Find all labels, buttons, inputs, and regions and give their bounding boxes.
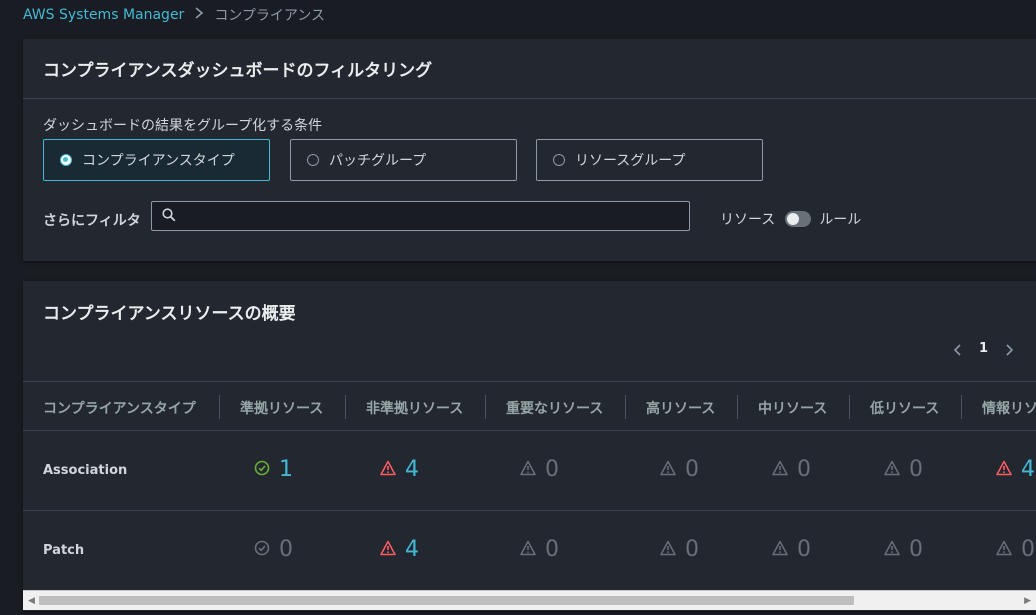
info-count-link[interactable]: 4 xyxy=(1021,457,1035,482)
warning-icon xyxy=(772,460,788,480)
column-divider[interactable] xyxy=(849,395,850,419)
low-count: 0 xyxy=(909,537,923,562)
cell-info: 4 xyxy=(996,457,1035,482)
cell-low: 0 xyxy=(884,537,923,562)
column-header-noncompliant[interactable]: 非準拠リソース xyxy=(366,398,463,418)
noncompliant-count-link[interactable]: 4 xyxy=(405,537,419,562)
search-input[interactable] xyxy=(184,208,689,224)
chevron-right-icon xyxy=(194,7,204,23)
column-divider[interactable] xyxy=(961,395,962,419)
table-row: Patch 0 4 0 0 0 0 0 xyxy=(23,511,1036,591)
radio-resource-group[interactable]: リソースグループ xyxy=(536,139,763,181)
toggle-label-rule: ルール xyxy=(819,212,862,228)
summary-panel-title: コンプライアンスリソースの概要 xyxy=(43,303,296,324)
radio-unselected-icon xyxy=(307,154,319,166)
check-circle-icon xyxy=(254,460,270,480)
table-header: コンプライアンスタイプ 準拠リソース 非準拠リソース 重要なリソース 高リソース… xyxy=(23,381,1036,431)
column-header-low[interactable]: 低リソース xyxy=(870,398,939,418)
noncompliant-count-link[interactable]: 4 xyxy=(405,457,419,482)
scrollbar-thumb[interactable] xyxy=(39,596,854,605)
compliant-count: 0 xyxy=(279,537,293,562)
column-header-compliant[interactable]: 準拠リソース xyxy=(240,398,323,418)
cell-info: 0 xyxy=(996,537,1035,562)
filter-panel: コンプライアンスダッシュボードのフィルタリング ダッシュボードの結果をグループ化… xyxy=(23,39,1036,261)
filter-panel-title: コンプライアンスダッシュボードのフィルタリング xyxy=(43,61,433,81)
further-filter-label: さらにフィルタ xyxy=(43,213,141,229)
summary-panel: コンプライアンスリソースの概要 1 コンプライアンスタイプ 準拠リソース 非準拠… xyxy=(23,281,1036,611)
breadcrumb-link-systems-manager[interactable]: AWS Systems Manager xyxy=(23,7,184,23)
column-divider[interactable] xyxy=(219,395,220,419)
column-divider[interactable] xyxy=(737,395,738,419)
scroll-left-icon[interactable]: ◀ xyxy=(28,596,35,606)
warning-icon xyxy=(520,540,536,560)
resource-rule-toggle-group: リソース ルール xyxy=(720,209,861,229)
page-number[interactable]: 1 xyxy=(979,341,988,356)
row-compliance-type: Patch xyxy=(43,543,85,558)
cell-low: 0 xyxy=(884,457,923,482)
cell-compliant: 1 xyxy=(254,457,293,482)
critical-count: 0 xyxy=(545,537,559,562)
cell-medium: 0 xyxy=(772,537,811,562)
cell-noncompliant: 4 xyxy=(380,537,419,562)
medium-count: 0 xyxy=(797,457,811,482)
info-count: 0 xyxy=(1021,537,1035,562)
column-header-high[interactable]: 高リソース xyxy=(646,398,715,418)
high-count: 0 xyxy=(685,537,699,562)
warning-icon xyxy=(996,540,1012,560)
medium-count: 0 xyxy=(797,537,811,562)
table-row: Association 1 4 0 0 0 0 4 xyxy=(23,431,1036,511)
horizontal-scrollbar[interactable]: ◀ ▶ xyxy=(23,590,1036,610)
breadcrumb-current: コンプライアンス xyxy=(214,8,326,24)
scroll-right-icon[interactable]: ▶ xyxy=(1024,596,1031,606)
pagination: 1 xyxy=(951,341,1016,356)
warning-icon xyxy=(996,460,1012,480)
high-count: 0 xyxy=(685,457,699,482)
critical-count: 0 xyxy=(545,457,559,482)
warning-icon xyxy=(380,540,396,560)
warning-icon xyxy=(520,460,536,480)
cell-compliant: 0 xyxy=(254,537,293,562)
warning-icon xyxy=(884,540,900,560)
low-count: 0 xyxy=(909,457,923,482)
chevron-left-icon[interactable] xyxy=(951,342,965,356)
radio-patch-group-label: パッチグループ xyxy=(329,153,427,169)
radio-compliance-type-label: コンプライアンスタイプ xyxy=(82,153,235,169)
breadcrumb: AWS Systems Manager コンプライアンス xyxy=(23,5,325,25)
group-by-label: ダッシュボードの結果をグループ化する条件 xyxy=(43,118,323,134)
summary-panel-header: コンプライアンスリソースの概要 xyxy=(23,281,1036,341)
column-divider[interactable] xyxy=(345,395,346,419)
search-field[interactable] xyxy=(151,201,690,231)
radio-selected-icon xyxy=(60,154,72,166)
compliant-count-link[interactable]: 1 xyxy=(279,457,293,482)
column-header-compliance-type[interactable]: コンプライアンスタイプ xyxy=(43,398,196,418)
column-header-critical[interactable]: 重要なリソース xyxy=(506,398,603,418)
radio-patch-group[interactable]: パッチグループ xyxy=(290,139,517,181)
chevron-right-icon[interactable] xyxy=(1002,342,1016,356)
cell-medium: 0 xyxy=(772,457,811,482)
warning-icon xyxy=(380,460,396,480)
search-icon xyxy=(162,207,176,226)
warning-icon xyxy=(884,460,900,480)
column-header-info[interactable]: 情報リソース xyxy=(982,398,1036,418)
row-compliance-type: Association xyxy=(43,463,128,478)
check-circle-icon xyxy=(254,540,270,560)
cell-noncompliant: 4 xyxy=(380,457,419,482)
toggle-label-resource: リソース xyxy=(720,212,776,228)
column-divider[interactable] xyxy=(625,395,626,419)
resource-rule-toggle[interactable] xyxy=(785,211,812,227)
cell-high: 0 xyxy=(660,537,699,562)
radio-resource-group-label: リソースグループ xyxy=(575,153,686,169)
cell-high: 0 xyxy=(660,457,699,482)
cell-critical: 0 xyxy=(520,537,559,562)
warning-icon xyxy=(772,540,788,560)
cell-critical: 0 xyxy=(520,457,559,482)
warning-icon xyxy=(660,540,676,560)
column-divider[interactable] xyxy=(485,395,486,419)
column-header-medium[interactable]: 中リソース xyxy=(758,398,827,418)
radio-compliance-type[interactable]: コンプライアンスタイプ xyxy=(43,139,270,181)
warning-icon xyxy=(660,460,676,480)
radio-unselected-icon xyxy=(553,154,565,166)
filter-panel-header: コンプライアンスダッシュボードのフィルタリング xyxy=(23,39,1036,99)
